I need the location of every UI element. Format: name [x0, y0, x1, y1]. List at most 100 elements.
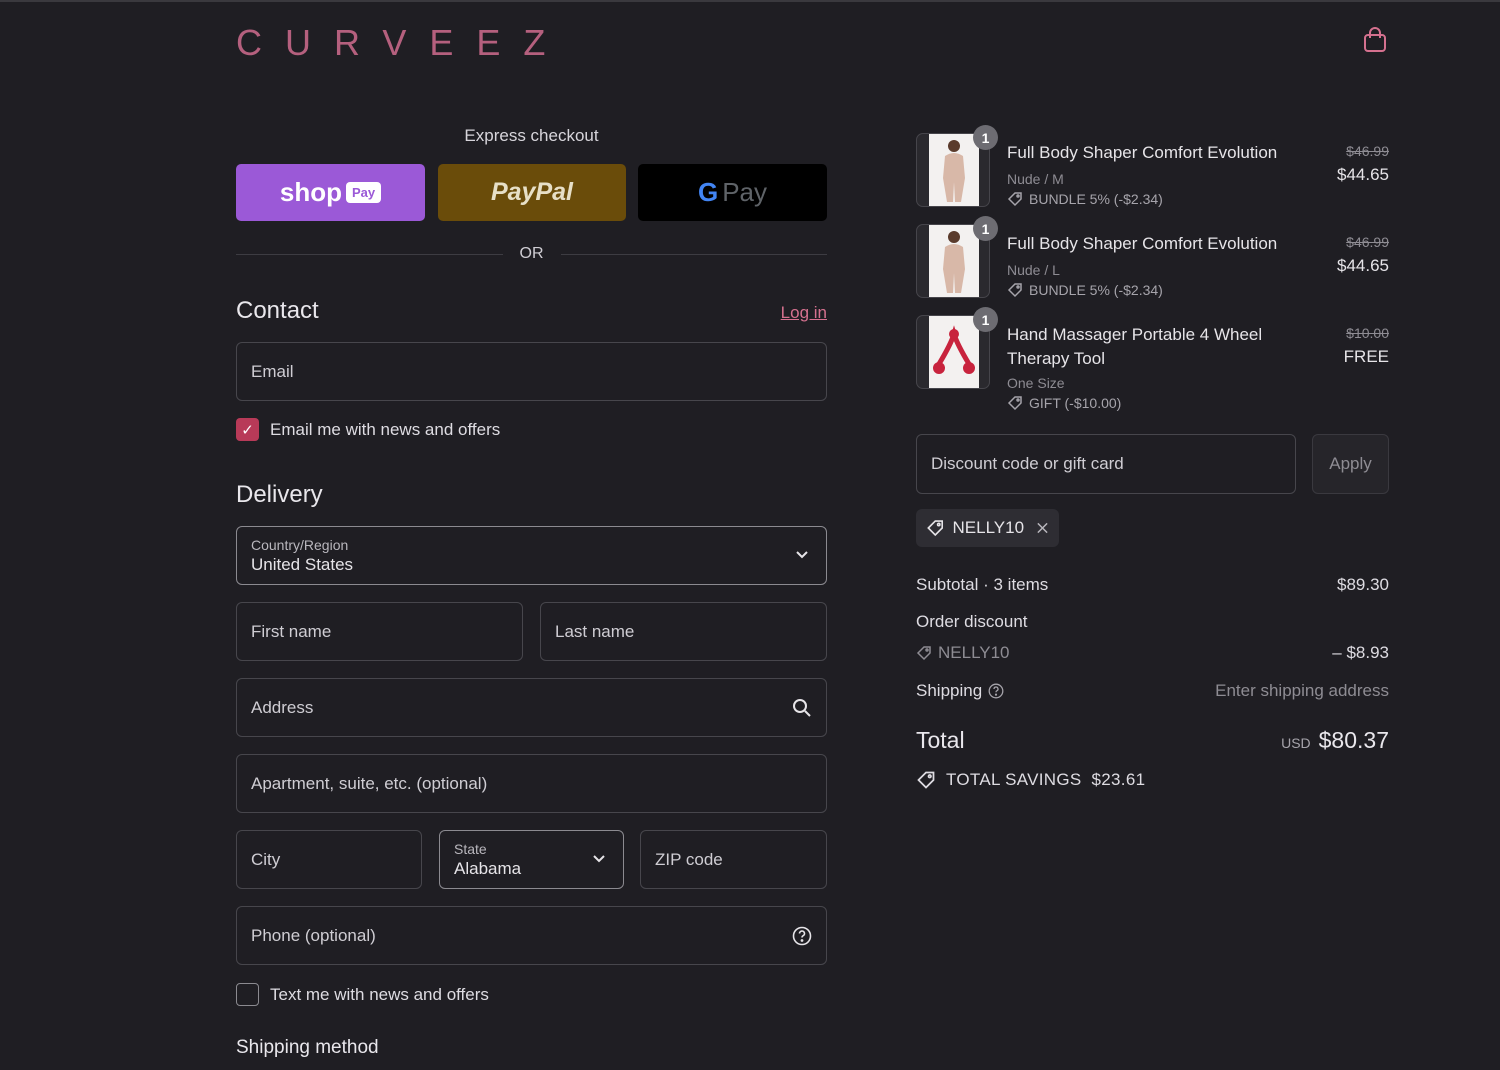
shipping-method-title: Shipping method	[236, 1037, 379, 1058]
product-discount-text: BUNDLE 5% (-$2.34)	[1029, 191, 1163, 207]
google-pay-button[interactable]: G Pay	[638, 164, 827, 221]
order-discount-label: Order discount	[916, 612, 1028, 631]
order-discount-code-text: NELLY10	[938, 643, 1010, 662]
city-placeholder: City	[251, 849, 281, 869]
email-news-checkbox[interactable]: ✓	[236, 418, 259, 441]
product-variant: One Size	[1007, 375, 1065, 391]
city-field[interactable]: City	[236, 830, 422, 889]
zip-placeholder: ZIP code	[655, 849, 723, 869]
text-news-label: Text me with news and offers	[270, 985, 489, 1004]
discount-code-placeholder: Discount code or gift card	[931, 454, 1124, 473]
product-variant: Nude / M	[1007, 171, 1064, 187]
first-name-placeholder: First name	[251, 621, 332, 641]
first-name-field[interactable]: First name	[236, 602, 523, 661]
google-pay-label: Pay	[722, 177, 768, 207]
order-discount-code: NELLY10	[916, 643, 1389, 663]
item-price: $44.65	[1337, 165, 1389, 184]
quantity-badge: 1	[973, 125, 998, 150]
phone-field[interactable]: Phone (optional)	[236, 906, 827, 965]
google-g-icon: G	[697, 177, 719, 207]
last-name-field[interactable]: Last name	[540, 602, 827, 661]
shipping-label: Shipping	[916, 681, 983, 700]
product-name: Hand Massager Portable 4 Wheel Therapy T…	[1007, 325, 1263, 368]
original-price: $10.00	[1346, 325, 1389, 341]
quantity-badge: 1	[973, 216, 998, 241]
shaper-figure-image	[943, 140, 965, 202]
tag-icon	[1007, 192, 1022, 207]
tag-icon	[917, 771, 935, 789]
total-value: $80.37	[1318, 727, 1389, 753]
login-link[interactable]: Log in	[781, 303, 827, 323]
address-field[interactable]: Address	[236, 678, 827, 737]
total-label: Total	[916, 727, 965, 753]
shipping-label-wrap: Shipping	[916, 681, 1004, 701]
apply-button[interactable]: Apply	[1312, 434, 1389, 494]
state-select[interactable]: State Alabama	[439, 830, 624, 889]
or-text: OR	[519, 245, 544, 262]
order-discount-code-row: NELLY10 – $8.93	[916, 643, 1389, 663]
address-placeholder: Address	[251, 697, 314, 717]
shop-pay-label: shop	[279, 177, 342, 207]
applied-code-text: NELLY10	[952, 518, 1025, 537]
chevron-down-icon	[593, 855, 605, 863]
product-discount: BUNDLE 5% (-$2.34)	[1007, 191, 1163, 207]
applied-code-chip: NELLY10	[916, 509, 1059, 547]
line-item: 1 Full Body Shaper Comfort Evolution Nud…	[916, 216, 1389, 304]
savings-value: $23.61	[1091, 770, 1146, 789]
state-value: Alabama	[454, 858, 522, 878]
email-field[interactable]: Email	[236, 342, 827, 401]
shop-pay-button[interactable]: shop Pay	[236, 164, 425, 221]
email-placeholder: Email	[251, 361, 294, 381]
tag-icon	[1007, 396, 1022, 411]
or-divider: OR	[236, 242, 827, 266]
line-item: 1 Hand Massager Portable 4 Wheel Therapy…	[916, 307, 1389, 415]
shopping-bag-icon[interactable]	[1363, 27, 1387, 53]
shipping-value: Enter shipping address	[1215, 681, 1389, 700]
email-news-label: Email me with news and offers	[270, 420, 501, 439]
massager-image	[933, 325, 975, 374]
item-price: $44.65	[1337, 256, 1389, 275]
total-row: Total USD $80.37	[916, 727, 1389, 754]
text-news-checkbox[interactable]	[236, 983, 259, 1006]
tag-icon	[1007, 283, 1022, 298]
country-label: Country/Region	[251, 536, 349, 553]
divider-line	[560, 253, 827, 255]
apartment-placeholder: Apartment, suite, etc. (optional)	[251, 773, 488, 793]
savings-label: TOTAL SAVINGS	[946, 770, 1082, 789]
close-icon[interactable]	[1036, 521, 1049, 535]
order-discount-value: – $8.93	[1332, 643, 1389, 662]
last-name-placeholder: Last name	[555, 621, 635, 641]
tag-icon	[916, 646, 931, 661]
order-discount-row: Order discount	[916, 612, 1389, 632]
help-icon[interactable]	[988, 683, 1004, 699]
total-savings: TOTAL SAVINGS $23.61	[916, 770, 1145, 790]
phone-placeholder: Phone (optional)	[251, 925, 376, 945]
paypal-label: PayPal	[490, 178, 573, 206]
original-price: $46.99	[1346, 234, 1389, 250]
country-select[interactable]: Country/Region United States	[236, 526, 827, 585]
apartment-field[interactable]: Apartment, suite, etc. (optional)	[236, 754, 827, 813]
product-discount: BUNDLE 5% (-$2.34)	[1007, 282, 1163, 298]
discount-code-input[interactable]: Discount code or gift card	[916, 434, 1296, 494]
total-amount: USD $80.37	[1281, 727, 1389, 754]
delivery-title: Delivery	[236, 481, 323, 508]
contact-title: Contact	[236, 297, 319, 324]
shop-pay-pill: Pay	[345, 182, 382, 203]
tag-icon	[927, 520, 944, 537]
subtotal-row: Subtotal · 3 items $89.30	[916, 575, 1389, 595]
product-name: Full Body Shaper Comfort Evolution	[1007, 143, 1278, 162]
line-item: 1 Full Body Shaper Comfort Evolution Nud…	[916, 125, 1389, 213]
quantity-badge: 1	[973, 307, 998, 332]
state-label: State	[454, 840, 487, 857]
top-border	[0, 0, 1500, 2]
brand-logo[interactable]: CURVEEZ	[236, 22, 568, 64]
item-price: FREE	[1343, 347, 1389, 366]
total-currency: USD	[1281, 735, 1311, 751]
paypal-button[interactable]: PayPal	[438, 164, 626, 221]
shaper-figure-image	[943, 231, 965, 293]
express-checkout-title: Express checkout	[464, 126, 599, 145]
zip-field[interactable]: ZIP code	[640, 830, 827, 889]
search-icon[interactable]	[792, 698, 812, 718]
chevron-down-icon	[796, 551, 808, 559]
help-icon[interactable]	[792, 926, 812, 946]
